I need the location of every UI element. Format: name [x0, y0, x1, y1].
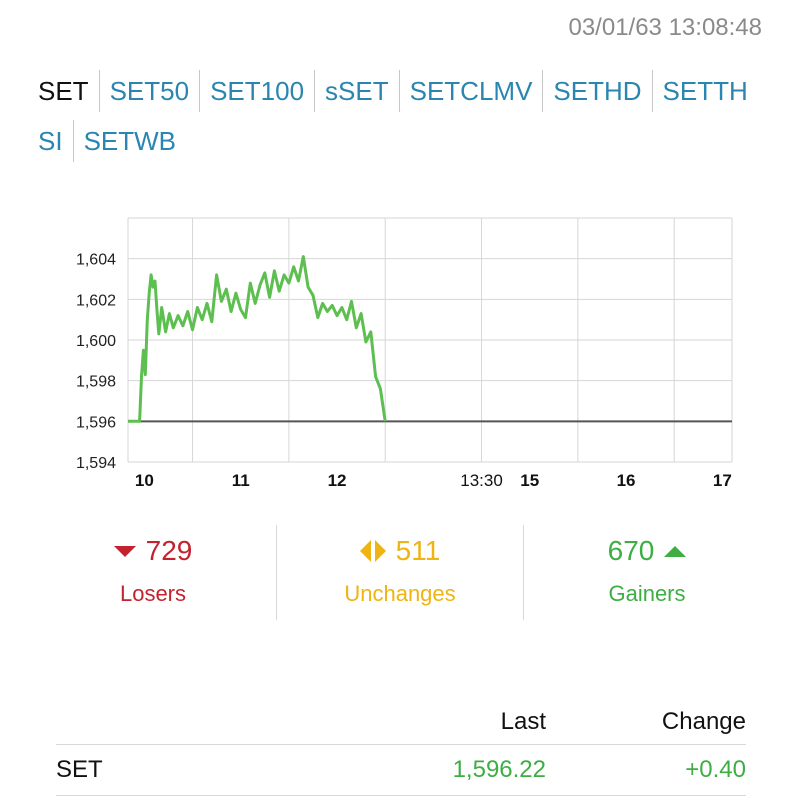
y-tick-label: 1,604: [76, 252, 116, 269]
gainers-stat[interactable]: 670 Gainers: [523, 525, 770, 620]
tab-setth[interactable]: SETTH: [651, 70, 748, 112]
x-tick-label: 13:30: [460, 471, 503, 490]
triangle-up-icon: [664, 545, 687, 557]
y-tick-label: 1,600: [76, 333, 116, 350]
table-header: Last Change: [56, 700, 746, 745]
tab-setwb[interactable]: SETWB: [72, 120, 186, 162]
unchanged-label: Unchanges: [344, 581, 456, 606]
x-tick-label: 10: [135, 471, 154, 490]
losers-label: Losers: [119, 581, 187, 606]
header-last: Last: [500, 708, 546, 735]
table-row[interactable]: SET 1,596.22 +0.40: [56, 745, 746, 796]
y-tick-label: 1,598: [76, 374, 116, 391]
y-tick-label: 1,602: [76, 292, 116, 309]
gainers-label: Gainers: [608, 581, 686, 606]
row-last: 1,596.22: [452, 756, 546, 783]
y-tick-label: 1,594: [76, 455, 116, 472]
triangle-down-icon: [113, 545, 136, 557]
series-line: [128, 255, 387, 423]
x-tick-label: 12: [328, 471, 347, 490]
tab-sethd[interactable]: SETHD: [542, 70, 651, 112]
tab-set100[interactable]: SET100: [199, 70, 314, 112]
row-name: SET: [56, 756, 103, 783]
tab-set[interactable]: SET: [38, 70, 99, 112]
gainers-count: 670: [607, 535, 655, 566]
index-table: Last Change SET 1,596.22 +0.40: [56, 700, 746, 796]
timestamp: 03/01/63 13:08:48: [568, 14, 762, 41]
x-tick-label: 16: [617, 471, 636, 490]
tab-set50[interactable]: SET50: [98, 70, 200, 112]
index-tabs: SET SET50 SET100 sSET SETCLMV SETHD SETT…: [38, 70, 768, 162]
x-tick-label: 11: [232, 471, 250, 490]
losers-count: 729: [145, 535, 193, 566]
x-tick-label: 15: [520, 471, 539, 490]
header-change: Change: [661, 708, 746, 735]
y-tick-label: 1,596: [76, 414, 116, 431]
tab-setclmv[interactable]: SETCLMV: [398, 70, 543, 112]
tab-si[interactable]: SI: [38, 120, 73, 162]
left-right-arrows-icon: [359, 540, 386, 562]
unchanged-stat[interactable]: 511 Unchanges: [276, 525, 523, 620]
x-tick-label: 17: [713, 471, 732, 490]
losers-stat[interactable]: 729 Losers: [30, 525, 276, 620]
market-breadth: 729 Losers 511 Unchanges 670 Gainers: [30, 525, 770, 620]
row-change: +0.40: [685, 756, 746, 783]
tab-sset[interactable]: sSET: [314, 70, 399, 112]
unchanged-count: 511: [395, 535, 441, 566]
